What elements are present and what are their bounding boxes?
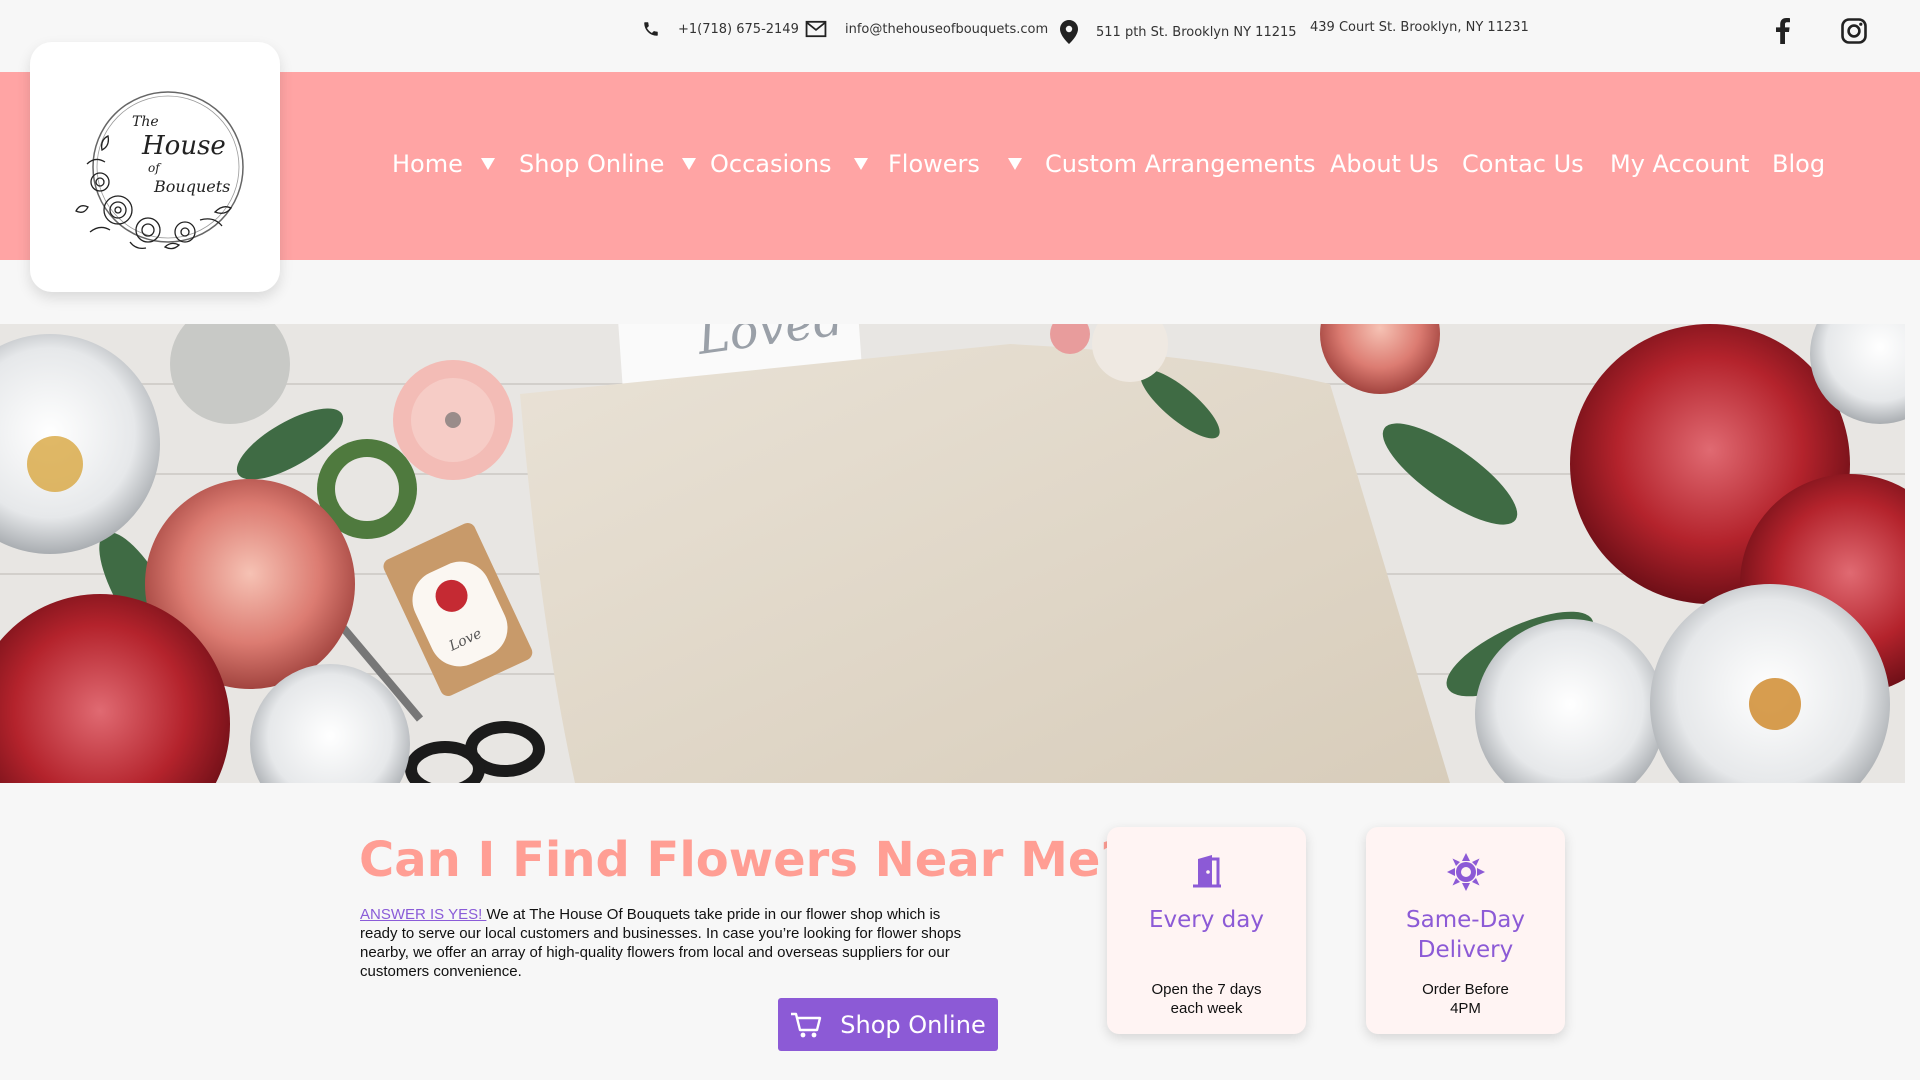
door-icon <box>1192 855 1221 888</box>
address-1[interactable]: 511 pth St. Brooklyn NY 11215 <box>1060 20 1297 44</box>
address-text-1: 511 pth St. Brooklyn NY 11215 <box>1096 24 1297 40</box>
nav-custom-arrangements-label: Custom Arrangements <box>1045 150 1316 178</box>
nav-shop-online[interactable]: Shop Online <box>519 150 697 178</box>
email-address: info@thehouseofbouquets.com <box>845 21 1049 37</box>
nav-my-account[interactable]: My Account <box>1610 150 1749 178</box>
caret-down-icon <box>480 158 495 170</box>
instagram-link[interactable] <box>1841 18 1867 49</box>
sun-icon <box>1446 853 1485 891</box>
card-subtitle: Order Before 4PM <box>1422 981 1509 1017</box>
card-title: Every day <box>1149 907 1264 933</box>
nav-occasions-label: Occasions <box>710 150 832 178</box>
card-subtitle: Open the 7 days each week <box>1151 981 1262 1017</box>
page-heading: Can I Find Flowers Near Me? <box>359 832 1129 888</box>
hero-banner: Loved Love <box>0 324 1911 783</box>
nav-shop-online-label: Shop Online <box>519 150 665 178</box>
phone-icon <box>644 22 658 36</box>
nav-my-account-label: My Account <box>1610 150 1750 178</box>
nav-contact-us[interactable]: Contac Us <box>1462 150 1584 178</box>
email-contact[interactable]: info@thehouseofbouquets.com <box>805 20 1048 38</box>
nav-about-us[interactable]: About Us <box>1330 150 1439 178</box>
feature-card-same-day-delivery: Same-Day Delivery Order Before 4PM <box>1366 827 1565 1034</box>
main-nav-band: Home Shop Online Occasions Flowers Custo… <box>0 72 1920 260</box>
shop-online-label: Shop Online <box>840 1010 986 1039</box>
caret-down-icon <box>682 158 697 170</box>
phone-number: +1(718) 675-2149 <box>678 21 799 37</box>
nav-blog[interactable]: Blog <box>1772 150 1825 178</box>
caret-down-icon <box>1007 158 1022 170</box>
caret-down-icon <box>853 158 868 170</box>
cart-icon <box>791 1012 822 1037</box>
card-title: Same-Day Delivery <box>1406 907 1525 963</box>
nav-custom-arrangements[interactable]: Custom Arrangements <box>1045 150 1316 178</box>
nav-blog-label: Blog <box>1772 150 1826 178</box>
nav-occasions[interactable]: Occasions <box>710 150 868 178</box>
mail-icon <box>805 20 827 38</box>
facebook-icon <box>1776 18 1790 44</box>
flower-arrangement-illustration: Loved Love <box>0 324 1911 783</box>
instagram-icon <box>1841 18 1867 44</box>
address-text-2: 439 Court St. Brooklyn, NY 11231 <box>1310 20 1529 35</box>
nav-flowers-label: Flowers <box>888 150 980 178</box>
svg-text:The: The <box>132 114 159 130</box>
svg-text:Bouquets: Bouquets <box>153 177 230 196</box>
site-logo[interactable]: The House of Bouquets <box>30 42 280 292</box>
nav-about-us-label: About Us <box>1330 150 1439 178</box>
nav-contact-us-label: Contac Us <box>1462 150 1584 178</box>
top-info-bar: +1(718) 675-2149 info@thehouseofbouquets… <box>0 0 1920 72</box>
facebook-link[interactable] <box>1776 18 1790 49</box>
feature-card-every-day: Every day Open the 7 days each week <box>1107 827 1306 1034</box>
nav-home[interactable]: Home <box>392 150 495 178</box>
house-of-bouquets-logo: The House of Bouquets <box>75 91 244 250</box>
svg-text:of: of <box>148 161 162 175</box>
shop-online-button[interactable]: Shop Online <box>778 998 998 1051</box>
location-pin-icon <box>1060 20 1078 44</box>
phone-contact[interactable]: +1(718) 675-2149 <box>642 20 799 38</box>
nav-flowers[interactable]: Flowers <box>888 150 1022 178</box>
nav-home-label: Home <box>392 150 463 178</box>
address-2[interactable]: 439 Court St. Brooklyn, NY 11231 <box>1310 20 1529 35</box>
svg-text:House: House <box>141 131 226 161</box>
answer-link[interactable]: ANSWER IS YES! <box>360 906 486 923</box>
intro-paragraph: ANSWER IS YES! We at The House Of Bouque… <box>360 905 980 981</box>
